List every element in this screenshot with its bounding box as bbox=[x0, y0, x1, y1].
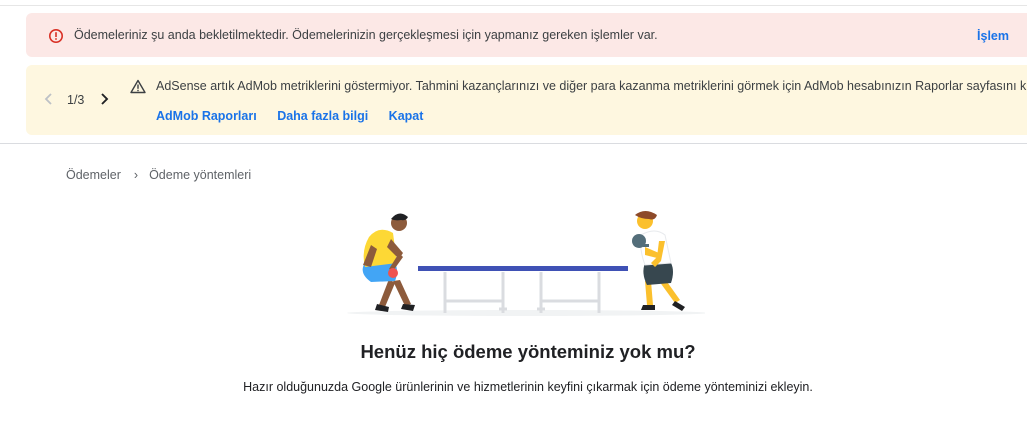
table-tennis-illustration bbox=[347, 211, 705, 316]
breadcrumb-payments[interactable]: Ödemeler bbox=[66, 168, 121, 182]
admob-reports-link[interactable]: AdMob Raporları bbox=[156, 109, 257, 123]
admob-notice: 1/3 AdSense artık AdMob metriklerini gös… bbox=[26, 65, 1027, 135]
chevron-right-icon[interactable] bbox=[98, 92, 110, 106]
chevron-right-icon: › bbox=[133, 168, 139, 182]
breadcrumb: Ödemeler › Ödeme yöntemleri bbox=[66, 168, 251, 182]
dismiss-link[interactable]: Kapat bbox=[389, 109, 424, 123]
breadcrumb-payment-methods: Ödeme yöntemleri bbox=[149, 168, 252, 182]
top-divider bbox=[0, 5, 1027, 6]
error-icon bbox=[49, 29, 63, 43]
payment-hold-alert: Ödemeleriniz şu anda bekletilmektedir. Ö… bbox=[26, 13, 1027, 57]
notice-links: AdMob Raporları Daha fazla bilgi Kapat bbox=[156, 109, 440, 123]
warning-icon bbox=[130, 79, 146, 94]
section-divider bbox=[0, 143, 1027, 144]
notice-message: AdSense artık AdMob metriklerini gösterm… bbox=[156, 79, 1027, 93]
alert-action-link[interactable]: İşlem bbox=[977, 29, 1009, 43]
chevron-left-icon[interactable] bbox=[43, 92, 55, 106]
alert-message: Ödemeleriniz şu anda bekletilmektedir. Ö… bbox=[74, 28, 658, 42]
learn-more-link[interactable]: Daha fazla bilgi bbox=[277, 109, 368, 123]
notice-pager: 1/3 bbox=[67, 93, 85, 107]
empty-state-description: Hazır olduğunuzda Google ürünlerinin ve … bbox=[243, 380, 813, 394]
empty-state-title: Henüz hiç ödeme yönteminiz yok mu? bbox=[360, 341, 696, 362]
